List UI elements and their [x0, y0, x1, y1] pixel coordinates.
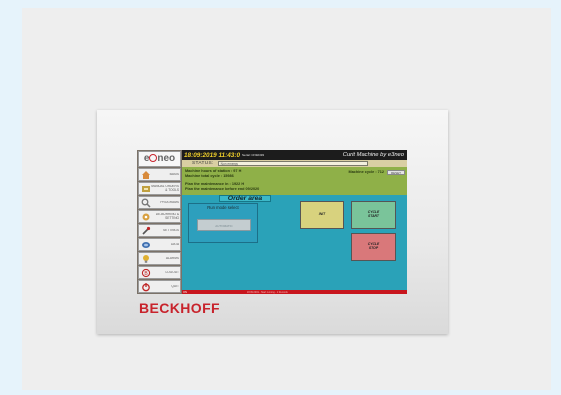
status-bar: STATUS: Non emergy — [182, 160, 407, 167]
footer-message-bar: ON 18:09:2019 - Start running - 1 Record… — [182, 290, 407, 294]
sidebar-item-label: LOGOUT — [165, 270, 179, 274]
run-mode-select[interactable]: AUTOMATIC — [197, 219, 251, 231]
sidebar-item-quit[interactable]: QUIT — [138, 280, 181, 293]
cycle-stop-label: CYCLE STOP — [367, 242, 380, 250]
cycle-start-button[interactable]: CYCLE START — [351, 201, 396, 229]
sidebar-item-label: QUIT — [171, 284, 179, 288]
status-value-field: Non emergy — [217, 161, 368, 166]
machine-hours: Machine hours of station : 97 H — [185, 169, 242, 173]
sidebar-item-label: DATA — [170, 242, 179, 246]
power-icon — [140, 281, 151, 292]
logo-text-suffix: neo — [157, 153, 176, 164]
run-mode-panel: Run mode select AUTOMATIC — [188, 203, 258, 243]
sidebar: e neo BASIS MANUAL ORDERS & TOOLS PROGRAM… — [137, 150, 182, 294]
sidebar-item-manual-orders[interactable]: MANUAL ORDERS & TOOLS — [138, 182, 181, 195]
sidebar-item-label: DE-BURRING & SETTING — [155, 212, 179, 220]
sidebar-item-deburring[interactable]: DE-BURRING & SETTING — [138, 210, 181, 223]
hmi-panel-bezel: e neo BASIS MANUAL ORDERS & TOOLS PROGRAM… — [97, 110, 448, 334]
run-mode-title: Run mode select — [207, 205, 239, 210]
reset-button[interactable]: RESET — [387, 170, 405, 175]
order-area: Order area Run mode select AUTOMATIC INI… — [182, 195, 407, 290]
datetime-display: 18:09:2019 11:43:0 — [184, 151, 241, 159]
beckhoff-logo: BECKHOFF — [139, 300, 220, 316]
bulb-icon — [140, 253, 151, 264]
sidebar-item-programs[interactable]: PROGRAMS — [138, 196, 181, 209]
cycle-start-label: CYCLE START — [367, 210, 380, 218]
footer-message: 18:09:2019 - Start running - 1 Records — [246, 290, 288, 294]
tools-icon — [140, 183, 151, 194]
sidebar-item-data[interactable]: DATA — [138, 238, 181, 251]
sidebar-item-label: BASIS — [169, 172, 179, 176]
header-bar: 18:09:2019 11:43:0 Serial: CN92493 Curit… — [182, 150, 407, 160]
init-button[interactable]: INIT — [300, 201, 344, 229]
order-area-title: Order area — [219, 195, 271, 202]
sidebar-item-logout[interactable]: B LOGOUT — [138, 266, 181, 279]
sidebar-item-label: ALARMS — [165, 256, 179, 260]
settings-icon — [140, 225, 151, 236]
maintenance-before: Plan the maintenance before end 09/2020 — [185, 187, 260, 191]
machine-info-panel: Machine hours of station : 97 H Machine … — [182, 167, 407, 195]
wrench-icon — [140, 211, 151, 222]
sidebar-item-basis[interactable]: BASIS — [138, 168, 181, 181]
sidebar-item-label: MANUAL ORDERS & TOOLS — [151, 184, 179, 192]
logout-icon: B — [140, 267, 151, 278]
machine-cycle: Machine cycle : 712 — [348, 170, 384, 174]
search-icon — [140, 197, 151, 208]
cycle-stop-button[interactable]: CYCLE STOP — [351, 233, 396, 261]
init-button-label: INIT — [318, 212, 326, 217]
sidebar-item-alarms[interactable]: ALARMS — [138, 252, 181, 265]
data-icon — [140, 239, 151, 250]
machine-total-cycle: Machine total cycle : 15986 — [185, 174, 234, 178]
hmi-screen: e neo BASIS MANUAL ORDERS & TOOLS PROGRAM… — [137, 150, 407, 294]
sidebar-item-label: SETTINGS — [163, 228, 179, 232]
status-label: STATUS: — [192, 161, 214, 166]
serial-number: Serial: CN92493 — [242, 153, 265, 157]
machine-title: Curit Machine by e3neo — [342, 152, 404, 158]
sidebar-item-label: PROGRAMS — [160, 200, 179, 204]
sidebar-item-settings[interactable]: SETTINGS — [138, 224, 181, 237]
maintenance-in: Plan the maintenance in : 1922 H — [185, 182, 245, 186]
e3neo-logo: e neo — [138, 151, 181, 167]
house-icon — [140, 169, 151, 180]
footer-status: ON — [183, 290, 187, 294]
